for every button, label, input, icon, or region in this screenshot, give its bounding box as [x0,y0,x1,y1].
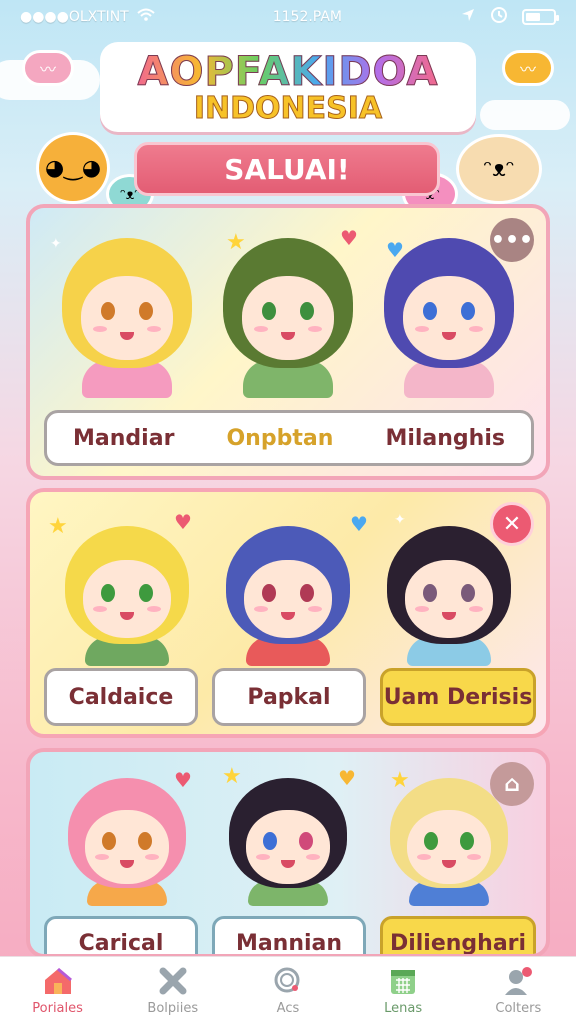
chat-bubble-icon: 〰 [22,50,74,86]
character-name-button[interactable]: Carical [44,916,198,954]
fox-mascot-icon: ◕‿◕ [36,132,110,204]
character-avatar [390,778,509,888]
battery-icon [522,9,559,25]
character-name-button[interactable]: Papkal [212,668,366,726]
character-name-button-selected[interactable]: Uam Derisis [380,668,536,726]
character-card[interactable] [218,238,358,398]
character-card[interactable] [218,778,358,906]
app-subtitle: INDONESIA [193,90,383,126]
character-card[interactable] [379,238,519,398]
cloud-decoration [480,100,570,130]
nav-label: Colters [495,1001,542,1016]
bear-mascot-icon: ᵔᴥᵔ [456,134,542,204]
bottom-navigation: Poriales Bolpiies Acs Lenas Colters [0,956,576,1024]
nav-item-acs[interactable]: Acs [238,965,338,1016]
character-avatar [387,526,512,644]
status-time: 1152.PAM [272,9,343,25]
nav-item-lenas[interactable]: Lenas [353,965,453,1016]
nav-item-poriales[interactable]: Poriales [8,965,108,1016]
character-avatar [222,238,353,368]
character-name-button[interactable]: Mannian [212,916,366,954]
character-avatar [67,778,186,888]
nav-item-colters[interactable]: Colters [468,965,568,1016]
character-avatar [61,238,192,368]
nav-label: Bolpiies [147,1001,199,1016]
character-card[interactable] [57,526,197,666]
wifi-icon [137,8,155,26]
welcome-banner[interactable]: SALUAI! [134,142,440,196]
character-panel-1: ••• ★ ♥ ♥ ✦ Mandiar Onpbtan Milanghis [26,204,550,480]
nav-label: Acs [276,1001,300,1016]
character-avatar [225,526,350,644]
character-card[interactable] [218,526,358,666]
character-row [30,238,546,398]
character-panel-2: ✕ ★ ♥ ♥ ✦ Caldaice Papkal Uam Derisis [26,488,550,738]
character-panel-3: ⌂ ♥ ★ ♥ ★ Carical Mannian Dilienghari [26,748,550,958]
character-avatar [384,238,515,368]
location-icon [460,7,476,27]
alarm-icon [490,6,508,28]
character-avatar [228,778,347,888]
character-name-button-selected[interactable]: Dilienghari [380,916,536,954]
character-name[interactable]: Mandiar [73,426,174,451]
character-row [30,526,546,666]
character-name-selected[interactable]: Onpbtan [226,426,333,451]
nav-label: Lenas [384,1001,423,1016]
home-icon [42,965,74,997]
chat-bubble-icon: 〰 [502,50,554,86]
character-name-button[interactable]: Caldaice [44,668,198,726]
app-title: AOPFAKIDOA [137,48,439,95]
character-card[interactable] [57,778,197,906]
cross-icon [157,965,189,997]
search-icon [272,965,304,997]
nav-item-bolpiies[interactable]: Bolpiies [123,965,223,1016]
character-row [30,778,546,906]
calendar-icon [387,965,419,997]
character-card[interactable] [57,238,197,398]
app-title-logo: AOPFAKIDOA INDONESIA [100,42,476,132]
carrier-label: ●●●●OLXTINT [20,9,129,25]
nav-label: Poriales [32,1001,83,1016]
character-avatar [64,526,189,644]
character-name-strip: Mandiar Onpbtan Milanghis [44,410,534,466]
character-name[interactable]: Milanghis [385,426,505,451]
user-icon [502,965,534,997]
status-bar: ●●●●OLXTINT 1152.PAM [0,0,576,34]
character-card[interactable] [379,526,519,666]
character-card[interactable] [379,778,519,906]
